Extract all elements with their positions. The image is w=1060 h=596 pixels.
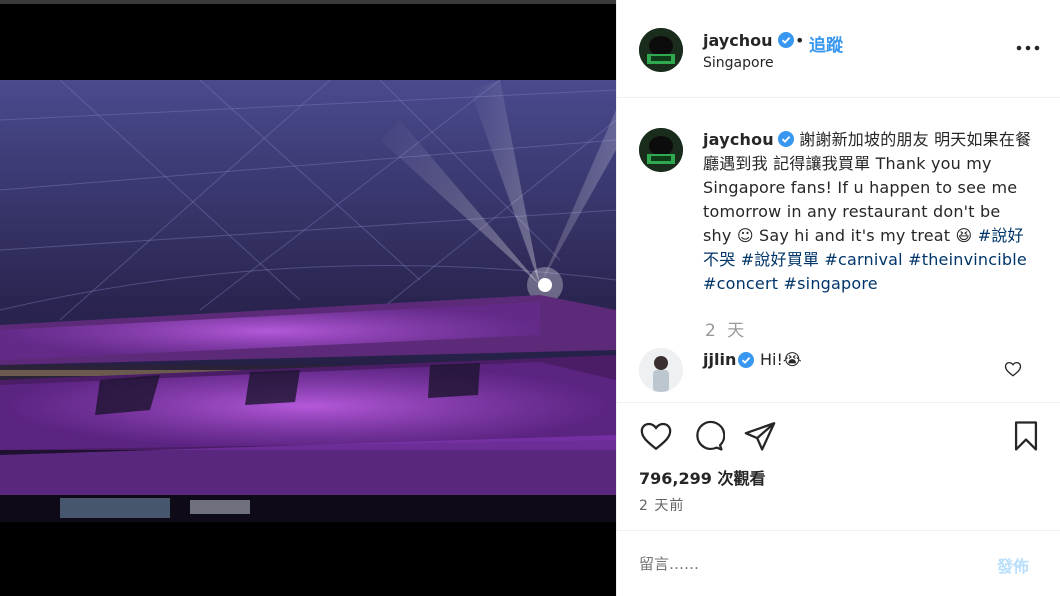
author-username[interactable]: jaychou xyxy=(703,31,772,50)
comment-icon[interactable] xyxy=(691,419,726,453)
bookmark-icon[interactable] xyxy=(1009,419,1043,453)
media-area xyxy=(0,0,616,596)
hashtag-link[interactable]: #說好買單 xyxy=(741,250,819,269)
commenter-username[interactable]: jjlin xyxy=(703,350,736,369)
post-caption: jaychou 謝謝新加坡的朋友 明天如果在餐廳遇到我 記得讓我買單 Thank… xyxy=(703,128,1033,296)
caption-timestamp: 2 天 xyxy=(705,321,748,341)
more-options-icon[interactable] xyxy=(1015,38,1041,58)
verified-badge-icon xyxy=(777,32,794,48)
post-location[interactable]: Singapore xyxy=(703,55,774,71)
commenter-avatar[interactable] xyxy=(639,348,683,392)
share-icon[interactable] xyxy=(743,419,777,453)
avatar-image xyxy=(639,128,683,172)
concert-image xyxy=(0,80,616,522)
follow-button[interactable]: 追蹤 xyxy=(809,31,843,56)
comment-like-heart-icon[interactable] xyxy=(1004,360,1022,378)
add-comment-bar: 發佈 xyxy=(617,530,1060,596)
caption-avatar[interactable] xyxy=(639,128,683,172)
verified-badge-icon xyxy=(777,130,794,147)
heart-icon[interactable] xyxy=(639,419,673,453)
avatar-image xyxy=(639,348,683,392)
author-avatar[interactable] xyxy=(639,28,683,72)
hashtag-link[interactable]: #concert xyxy=(703,274,778,293)
post-panel: jaychou • 追蹤 Singapore jaychou 謝謝新加坡的朋友 … xyxy=(616,0,1060,596)
hashtag-link[interactable]: #theinvincible xyxy=(908,250,1027,269)
post-timestamp: 2 天前 xyxy=(639,498,685,514)
post-actions: 796,299 次觀看 2 天前 xyxy=(617,402,1060,530)
comment-text: Hi!😭 xyxy=(760,350,802,369)
caption-username[interactable]: jaychou xyxy=(703,130,774,149)
avatar-image xyxy=(639,28,683,72)
verified-badge-icon xyxy=(738,352,754,368)
post-header: jaychou • 追蹤 Singapore xyxy=(617,0,1060,98)
separator-dot: • xyxy=(795,31,805,50)
top-strip xyxy=(0,0,616,4)
hashtag-link[interactable]: #singapore xyxy=(784,274,878,293)
hashtag-link[interactable]: #carnival xyxy=(824,250,902,269)
view-count[interactable]: 796,299 次觀看 xyxy=(639,465,765,489)
instagram-post-window: jaychou • 追蹤 Singapore jaychou 謝謝新加坡的朋友 … xyxy=(0,0,1060,596)
author-username-row[interactable]: jaychou xyxy=(703,31,794,50)
post-comment-button[interactable]: 發佈 xyxy=(997,553,1029,577)
concert-video[interactable] xyxy=(0,80,616,522)
comment-input[interactable] xyxy=(639,553,969,575)
